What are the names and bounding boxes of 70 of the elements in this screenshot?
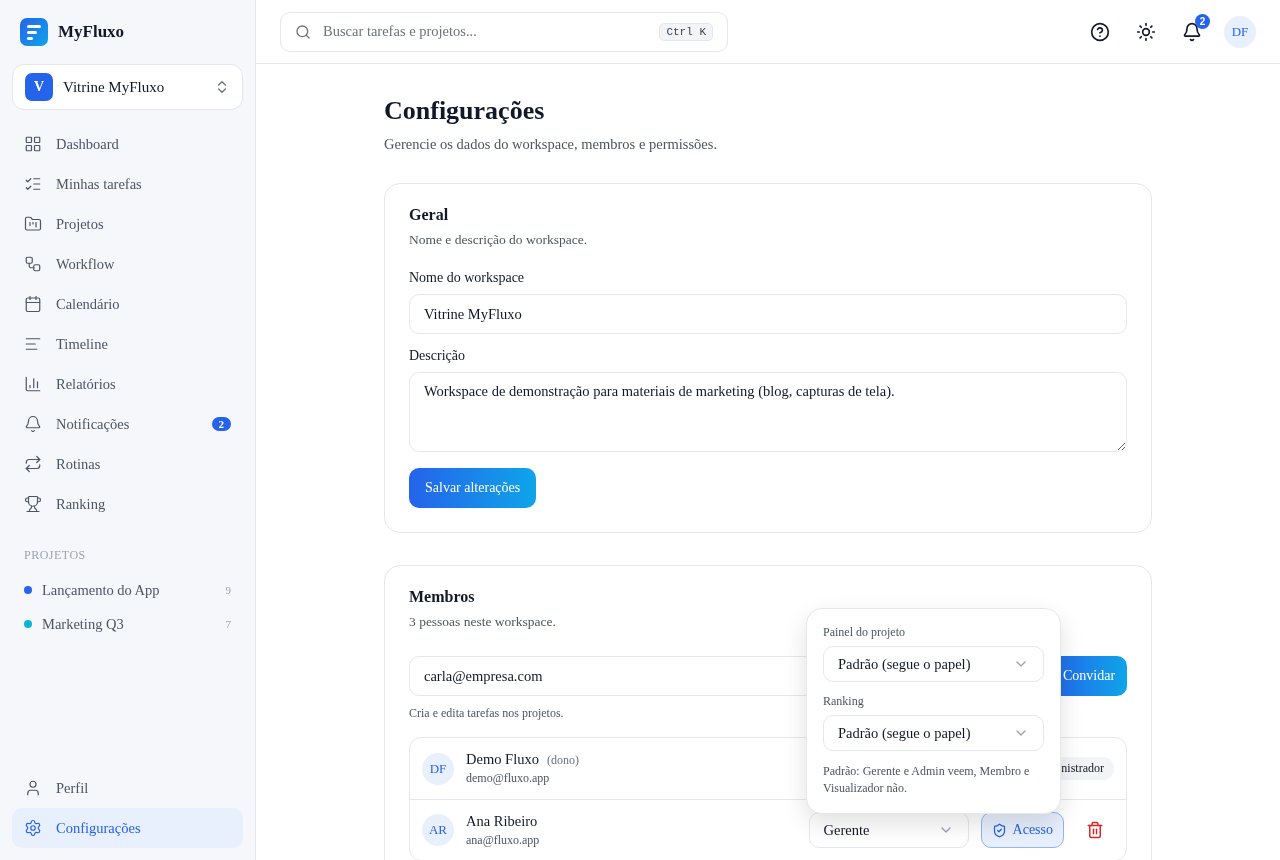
card-subtitle: 3 pessoas neste workspace. [409,614,557,630]
shield-icon [991,822,1007,838]
notification-count: 2 [1195,13,1210,29]
project-item[interactable]: Lançamento do App 9 [12,573,243,607]
search-input[interactable]: Buscar tarefas e projetos... [321,22,650,41]
nav-icon [24,375,42,393]
logo-icon [20,18,48,46]
nav-icon [24,215,42,233]
count-badge: 2 [211,417,231,431]
nav-item[interactable]: Ranking [12,484,243,524]
page-title: Configurações [384,96,546,126]
nav-icon [24,135,42,153]
nav-icon [24,779,42,797]
brand-name: MyFluxo [58,22,125,42]
page-subtitle: Gerencie os dados do workspace, membros e permissões. [384,136,718,153]
member-email: ana@fluxo.app [466,832,540,848]
nav-icon [24,495,42,513]
nav-item[interactable]: Projetos [12,204,243,244]
card-title: Membros [409,588,476,606]
textarea-field[interactable]: Workspace de demonstração para materiais de marketing (blog, capturas de tela). [409,372,1127,452]
search-icon [295,23,311,40]
role-select[interactable]: Gerente [808,812,969,848]
nav-item[interactable]: Dashboard [12,124,243,164]
nav-icon [24,335,42,353]
member-avatar: DF [422,752,454,785]
card-title: Geral [409,206,450,224]
field-label: Descrição [409,348,466,364]
search-bar[interactable]: Buscar tarefas e projetos... Ctrl K [280,11,728,52]
nav-item[interactable]: Minhas tarefas [12,164,243,204]
access-button[interactable]: Acesso [980,812,1064,848]
nav-icon [24,255,42,273]
project-name: Lançamento do App [42,581,160,599]
nav-item[interactable]: Timeline [12,324,243,364]
member-avatar: AR [422,814,454,846]
owner-tag: (dono) [546,753,579,768]
member-email: demo@fluxo.app [466,771,550,786]
nav-icon [24,295,42,313]
member-name: Demo Fluxo [466,751,539,768]
trash-icon [1086,821,1104,839]
nav-icon [24,819,42,837]
nav-item[interactable]: Calendário [12,284,243,324]
nav-item[interactable]: Notificações 2 [12,404,243,444]
shortcut-hint: Ctrl K [659,22,713,41]
card-subtitle: Nome e descrição do workspace. [409,232,589,248]
member-name: Ana Ribeiro [466,812,538,830]
section-heading: PROJETOS [24,548,87,563]
nav-item[interactable]: Relatórios [12,364,243,404]
popover-note: Padrão: Gerente e Admin veem, Membro e Visualizador não. [823,763,1031,797]
user-avatar[interactable]: DF [1224,15,1256,48]
nav-icon [24,415,42,433]
project-count: 9 [225,584,231,596]
project-item[interactable]: Marketing Q3 7 [12,607,243,641]
project-name: Marketing Q3 [42,615,124,633]
nav-item[interactable]: Workflow [12,244,243,284]
permission-select[interactable]: Padrão (segue o papel) [823,646,1044,682]
permission-select[interactable]: Padrão (segue o papel) [823,715,1044,751]
nav-item[interactable]: Configurações [12,808,243,848]
field-label: Nome do workspace [409,270,526,286]
input-field[interactable]: Vitrine MyFluxo [409,294,1127,334]
workspace-switcher[interactable]: V Vitrine MyFluxo [12,64,243,110]
field-label: Painel do projeto [823,625,906,640]
save-button[interactable]: Salvar alterações [409,468,537,508]
nav-icon [24,175,42,193]
field-label: Ranking [823,694,865,709]
role-hint: Cria e edita tarefas nos projetos. [409,706,565,721]
nav-item[interactable]: Rotinas [12,444,243,484]
project-count: 7 [225,618,231,630]
workspace-avatar: V [25,73,53,101]
nav-icon [24,455,42,473]
nav-item[interactable]: Perfil [12,768,243,808]
